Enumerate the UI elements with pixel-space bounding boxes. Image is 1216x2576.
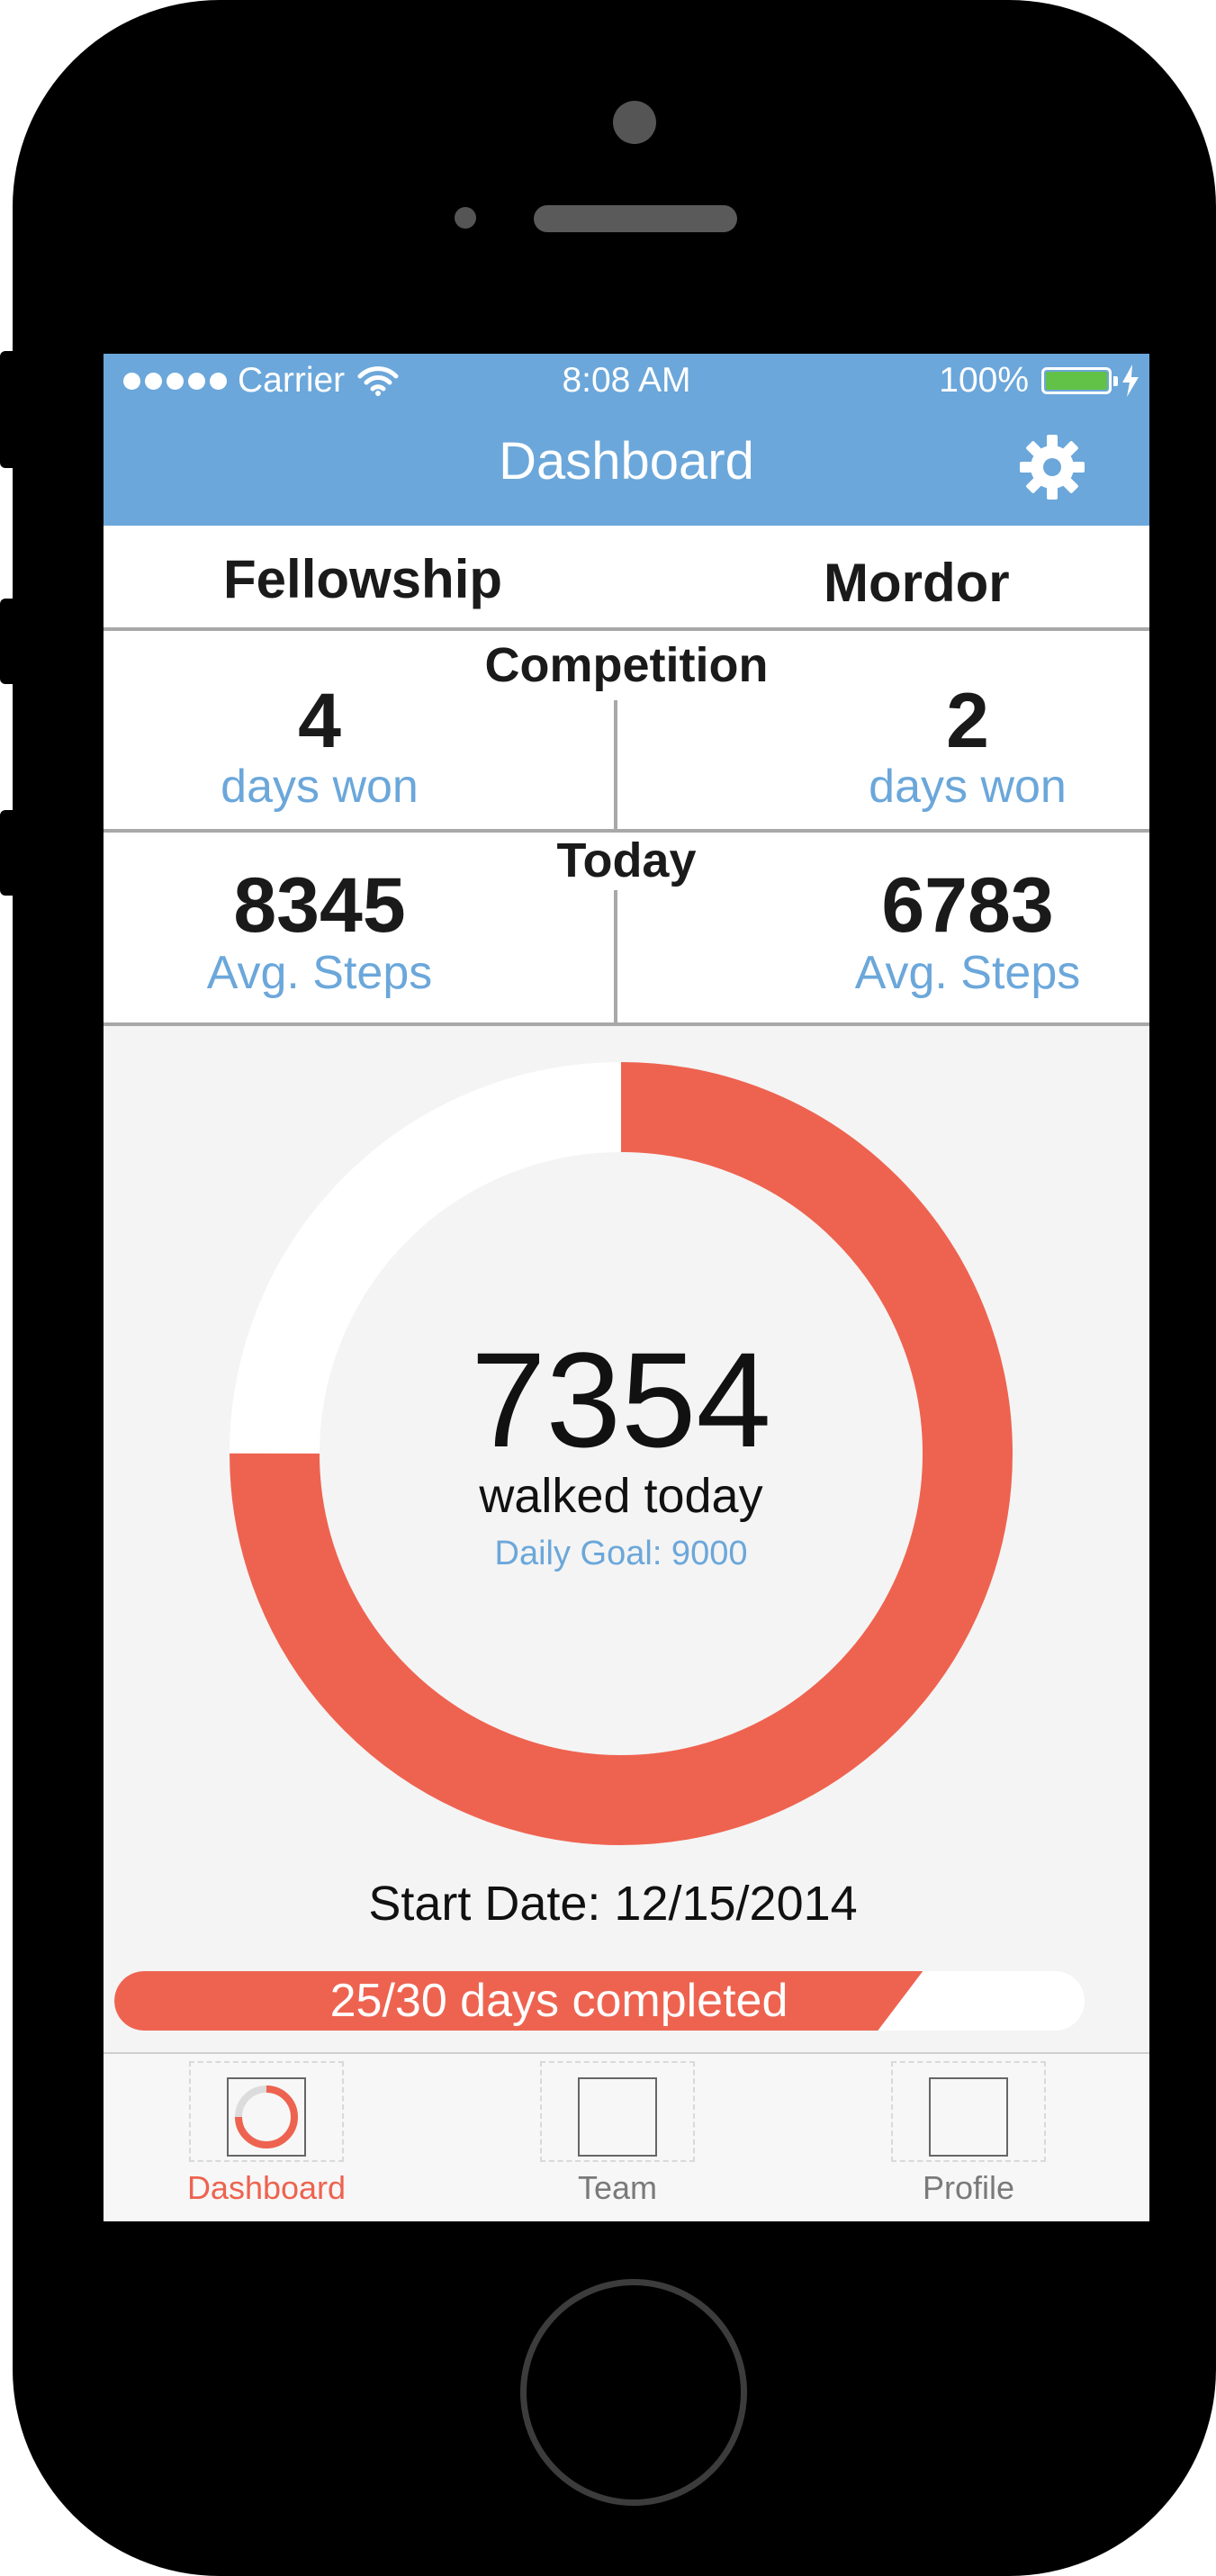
daily-goal: Daily Goal: 9000	[494, 1535, 748, 1572]
team-right-name: Mordor	[824, 553, 1010, 613]
divider	[104, 1022, 1149, 1026]
gear-icon[interactable]	[1018, 433, 1086, 501]
tab-dashboard[interactable]: Dashboard	[158, 2054, 356, 2221]
challenge-progress-bar: 25/30 days completed	[114, 1971, 1085, 2031]
home-button[interactable]	[520, 2279, 747, 2506]
mute-switch	[0, 351, 14, 468]
proximity-sensor	[455, 207, 476, 229]
volume-up-button	[0, 599, 14, 684]
tab-bar: Dashboard Team Profile	[104, 2052, 1149, 2221]
tab-label: Dashboard	[186, 2169, 347, 2206]
right-days-won: 2	[946, 678, 989, 764]
left-days-won: 4	[298, 678, 341, 764]
steps-today: 7354	[471, 1324, 771, 1475]
divider	[104, 627, 1149, 631]
right-avg-steps-label: Avg. Steps	[854, 947, 1081, 999]
right-days-won-label: days won	[869, 761, 1067, 813]
start-date: Start Date: 12/15/2014	[368, 1877, 858, 1931]
status-right: 100%	[939, 361, 1140, 401]
daily-progress-ring: 7354 walked today Daily Goal: 9000	[230, 1062, 1013, 1845]
right-avg-steps: 6783	[881, 862, 1054, 949]
progress-text: 25/30 days completed	[329, 1975, 788, 2027]
steps-caption: walked today	[479, 1469, 763, 1523]
dashboard-icon	[227, 2077, 306, 2157]
navigation-bar: Carrier 8:08 AM 100% Dashboard	[104, 354, 1149, 526]
divider	[614, 890, 617, 1022]
tab-label: Profile	[922, 2169, 1015, 2206]
app-screen: Carrier 8:08 AM 100% Dashboard Fellowshi…	[104, 354, 1149, 2221]
tab-profile[interactable]: Profile	[860, 2054, 1058, 2221]
charging-icon	[1122, 365, 1139, 397]
tab-team[interactable]: Team	[509, 2054, 707, 2221]
divider	[614, 700, 617, 829]
team-icon	[578, 2077, 657, 2157]
phone-frame: Carrier 8:08 AM 100% Dashboard Fellowshi…	[13, 0, 1216, 2576]
tab-label: Team	[577, 2169, 658, 2206]
profile-icon	[929, 2077, 1008, 2157]
competition-panel: Fellowship Mordor Competition 4 days won…	[104, 526, 1149, 1026]
left-avg-steps-label: Avg. Steps	[206, 947, 433, 999]
battery-icon	[1041, 367, 1118, 394]
page-title: Dashboard	[499, 432, 754, 491]
volume-down-button	[0, 810, 14, 896]
left-avg-steps: 8345	[233, 862, 406, 949]
battery-percent: 100%	[939, 361, 1029, 400]
earpiece-speaker	[534, 205, 737, 232]
left-days-won-label: days won	[221, 761, 419, 813]
team-left-name: Fellowship	[223, 549, 503, 609]
front-camera	[613, 101, 656, 144]
